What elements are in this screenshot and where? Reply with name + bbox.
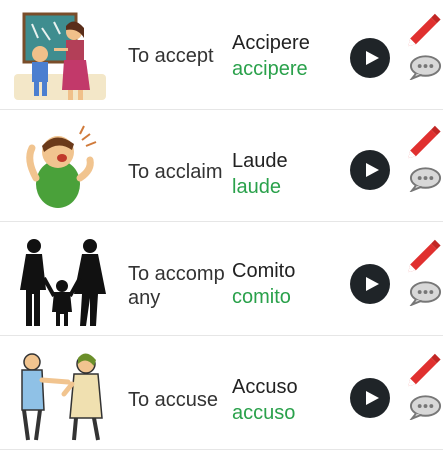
play-icon bbox=[365, 163, 379, 177]
latin-word-lower: comito bbox=[232, 286, 291, 308]
play-icon bbox=[365, 277, 379, 291]
english-word: To acclaim bbox=[128, 161, 223, 183]
speech-bubble-icon[interactable] bbox=[408, 54, 443, 80]
pencil-icon[interactable] bbox=[404, 10, 443, 48]
latin-word-lower: accipere bbox=[232, 58, 308, 80]
cheering-person-image bbox=[10, 120, 110, 216]
pencil-icon[interactable] bbox=[404, 350, 443, 388]
latin-word: Laude bbox=[232, 150, 288, 172]
latin-word-lower: laude bbox=[232, 176, 281, 198]
english-word: To accept bbox=[128, 45, 214, 67]
play-button[interactable] bbox=[350, 38, 390, 78]
latin-word-group: Laude laude bbox=[232, 148, 342, 200]
latin-word: Accipere bbox=[232, 32, 310, 54]
pencil-icon[interactable] bbox=[404, 236, 443, 274]
play-button[interactable] bbox=[350, 150, 390, 190]
teacher-student-classroom-image bbox=[10, 8, 110, 104]
play-button[interactable] bbox=[350, 378, 390, 418]
list-item[interactable]: To acclaim Laude laude bbox=[0, 112, 443, 222]
list-item[interactable]: To accept Accipere accipere bbox=[0, 0, 443, 110]
latin-word: Comito bbox=[232, 260, 296, 282]
latin-word-group: Comito comito bbox=[232, 258, 342, 310]
speech-bubble-icon[interactable] bbox=[408, 280, 443, 306]
latin-word: Accuso bbox=[232, 376, 298, 398]
play-icon bbox=[365, 391, 379, 405]
speech-bubble-icon[interactable] bbox=[408, 166, 443, 192]
speech-bubble-icon[interactable] bbox=[408, 394, 443, 420]
latin-word-group: Accipere accipere bbox=[232, 30, 342, 82]
vocabulary-list: To accept Accipere accipere To acclaim L… bbox=[0, 0, 443, 450]
list-item[interactable]: To accompany Comito comito bbox=[0, 226, 443, 336]
latin-word-lower: accuso bbox=[232, 402, 296, 424]
pencil-icon[interactable] bbox=[404, 122, 443, 160]
play-icon bbox=[365, 51, 379, 65]
play-button[interactable] bbox=[350, 264, 390, 304]
english-word: To accuse bbox=[128, 389, 219, 411]
latin-word-group: Accuso accuso bbox=[232, 374, 342, 426]
pointing-accusation-image bbox=[10, 348, 110, 444]
english-word: To accompany bbox=[128, 263, 225, 309]
family-silhouette-image bbox=[10, 234, 110, 330]
